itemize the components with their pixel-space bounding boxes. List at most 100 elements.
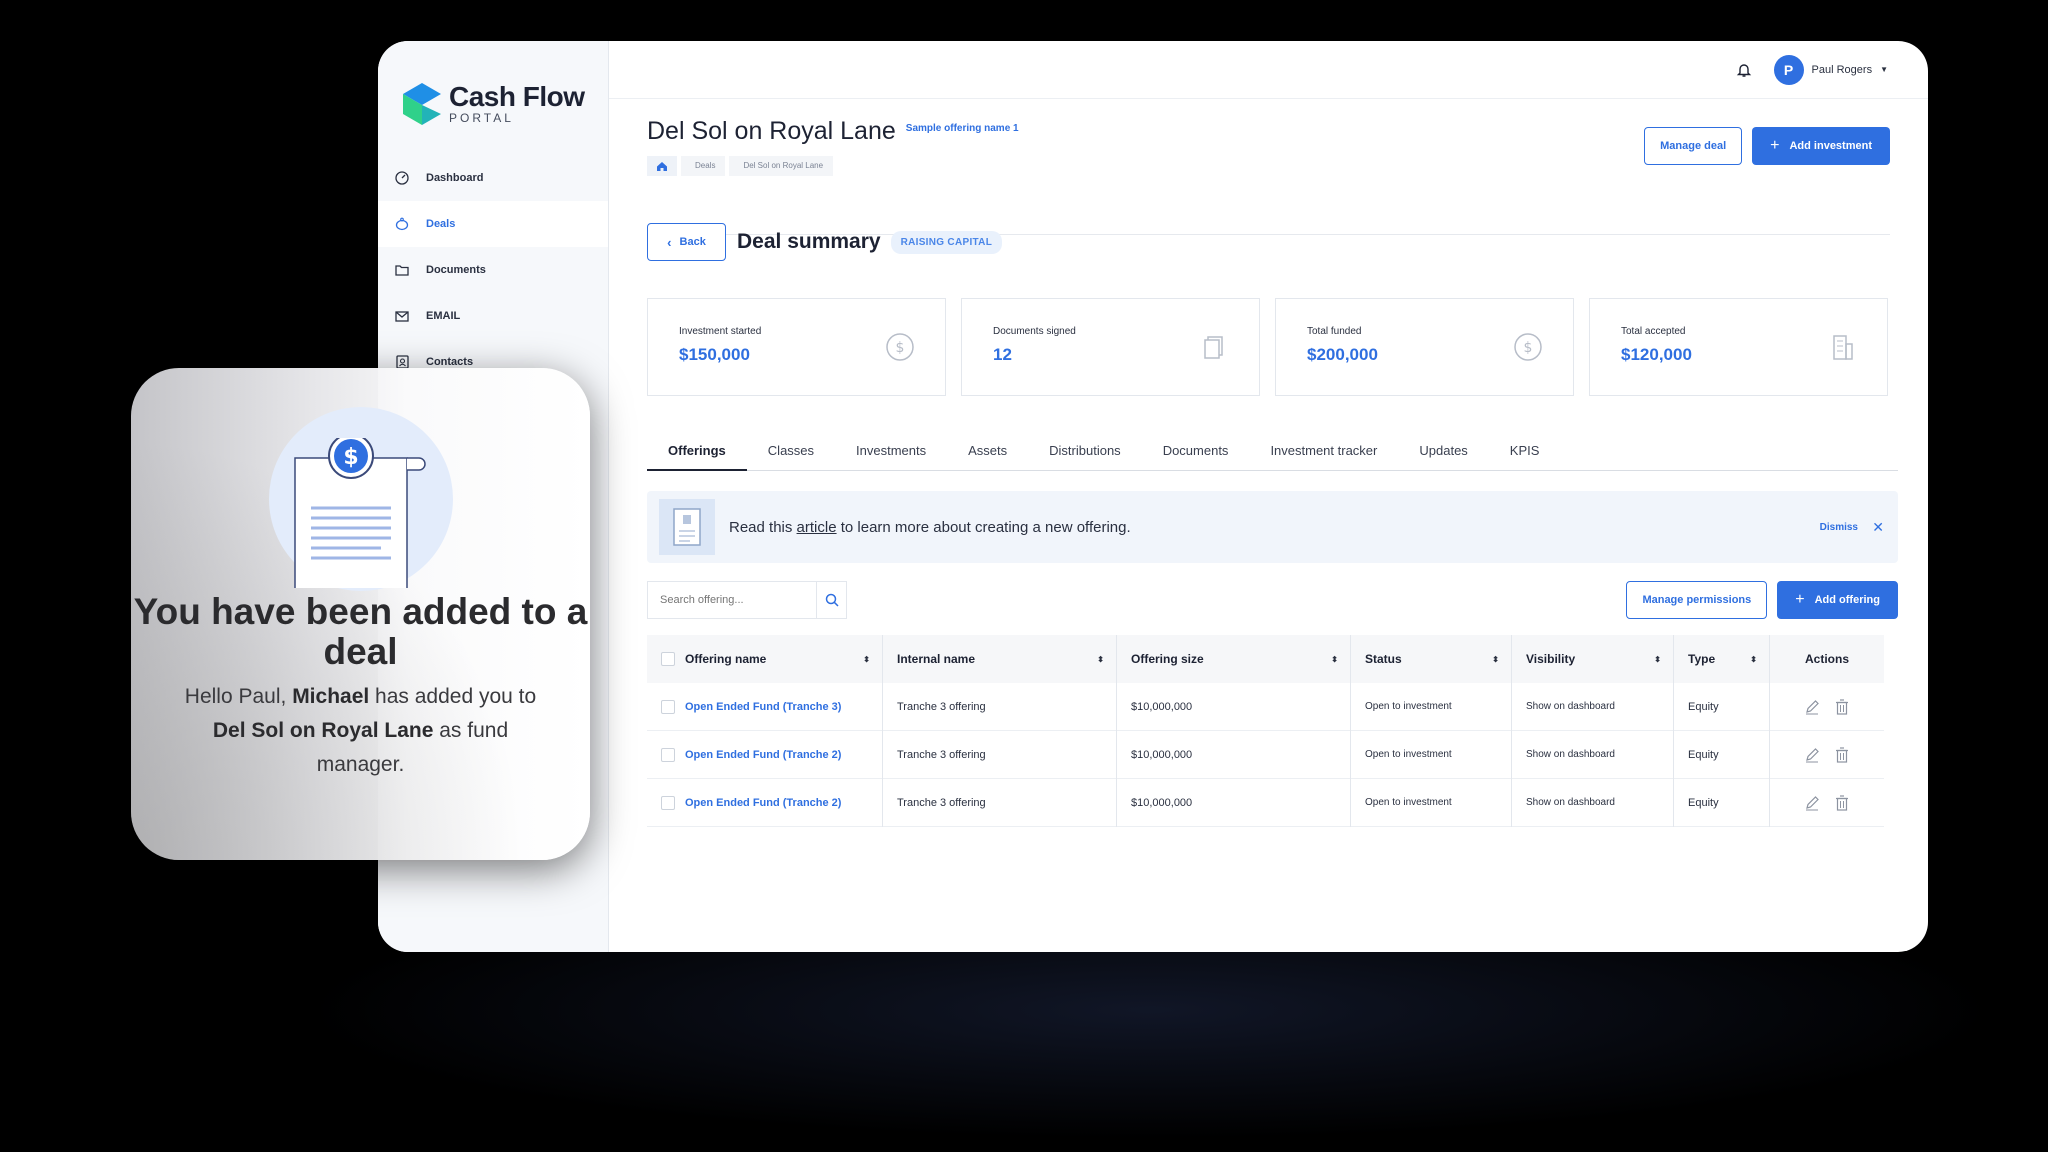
offering-size-cell: $10,000,000 [1117, 778, 1351, 827]
tab-kpis[interactable]: KPIS [1489, 439, 1561, 471]
tab-offerings[interactable]: Offerings [647, 439, 747, 471]
search-row: Manage permissions + Add offering [647, 581, 1898, 619]
header-label: Internal name [897, 652, 976, 666]
plus-icon: + [1770, 137, 1780, 154]
notification-body: Hello Paul, Michael has added you to Del… [171, 680, 550, 782]
header-label: Visibility [1526, 652, 1576, 666]
header-offering-size[interactable]: Offering size ⬍ [1117, 635, 1351, 683]
tab-investment-tracker[interactable]: Investment tracker [1249, 439, 1398, 471]
header-internal-name[interactable]: Internal name ⬍ [883, 635, 1117, 683]
row-checkbox[interactable] [661, 747, 675, 762]
notice-actor: Michael [292, 685, 370, 708]
manage-deal-button[interactable]: Manage deal [1644, 127, 1743, 165]
trash-icon[interactable] [1835, 746, 1849, 763]
back-label: Back [679, 236, 706, 248]
sidebar-item-email[interactable]: EMAIL [378, 293, 608, 339]
back-button[interactable]: ‹ Back [647, 223, 726, 261]
edit-icon[interactable] [1805, 795, 1819, 811]
tab-classes[interactable]: Classes [747, 439, 835, 471]
manage-permissions-button[interactable]: Manage permissions [1626, 581, 1768, 619]
header-status[interactable]: Status ⬍ [1351, 635, 1512, 683]
header-offering-name[interactable]: Offering name ⬍ [647, 635, 883, 683]
edit-icon[interactable] [1805, 699, 1819, 715]
summary-row: ‹ Back Deal summary RAISING CAPITAL [647, 223, 1003, 261]
add-investment-button[interactable]: + Add investment [1752, 127, 1890, 165]
type-cell: Equity [1674, 778, 1770, 827]
tab-distributions[interactable]: Distributions [1028, 439, 1142, 471]
sort-icon[interactable]: ⬍ [1750, 655, 1757, 664]
breadcrumb-current: Del Sol on Royal Lane [729, 156, 834, 176]
trash-icon[interactable] [1835, 698, 1849, 715]
tab-assets[interactable]: Assets [947, 439, 1028, 471]
offering-name-link[interactable]: Open Ended Fund (Tranche 3) [685, 701, 841, 713]
logo[interactable]: Cash Flow PORTAL [378, 41, 608, 127]
tab-updates[interactable]: Updates [1398, 439, 1488, 471]
close-icon[interactable]: ✕ [1872, 519, 1884, 536]
home-icon[interactable] [647, 156, 677, 176]
header-visibility[interactable]: Visibility ⬍ [1512, 635, 1674, 683]
stat-card-total-accepted: Total accepted $120,000 [1589, 298, 1888, 396]
sidebar-nav: Dashboard Deals Documents EMAIL Contacts [378, 155, 608, 385]
table-row[interactable]: Open Ended Fund (Tranche 2) Tranche 3 of… [647, 730, 1884, 779]
select-all-checkbox[interactable] [661, 652, 675, 666]
bell-icon[interactable] [1736, 62, 1752, 78]
building-icon [1833, 335, 1853, 360]
document-copy-icon [1204, 336, 1223, 359]
status-badge: RAISING CAPITAL [890, 230, 1003, 254]
article-link[interactable]: article [797, 519, 837, 536]
edit-icon[interactable] [1805, 747, 1819, 763]
sidebar-item-dashboard[interactable]: Dashboard [378, 155, 608, 201]
sort-icon[interactable]: ⬍ [1331, 655, 1338, 664]
table-row[interactable]: Open Ended Fund (Tranche 2) Tranche 3 of… [647, 778, 1884, 827]
dismiss-button[interactable]: Dismiss [1820, 522, 1858, 533]
visibility-cell: Show on dashboard [1512, 730, 1674, 779]
sort-icon[interactable]: ⬍ [863, 655, 870, 664]
tab-documents[interactable]: Documents [1142, 439, 1250, 471]
sort-icon[interactable]: ⬍ [1654, 655, 1661, 664]
stat-card-documents-signed: Documents signed 12 [961, 298, 1260, 396]
table-row[interactable]: Open Ended Fund (Tranche 3) Tranche 3 of… [647, 682, 1884, 731]
stat-card-investment-started: Investment started $150,000 $ [647, 298, 946, 396]
plus-icon: + [1795, 591, 1805, 608]
cash-flow-logo-icon [403, 83, 441, 125]
stats-row: Investment started $150,000 $ Documents … [647, 298, 1903, 396]
main-content: P Paul Rogers ▼ Del Sol on Royal Lane Sa… [609, 41, 1928, 952]
sidebar-item-deals[interactable]: Deals [378, 201, 608, 247]
status-cell: Open to investment [1351, 682, 1512, 731]
breadcrumb-deals[interactable]: Deals [681, 156, 726, 176]
tab-bar: Offerings Classes Investments Assets Dis… [647, 439, 1898, 471]
offering-name-link[interactable]: Open Ended Fund (Tranche 2) [685, 797, 841, 809]
summary-title: Deal summary [737, 230, 881, 253]
chevron-down-icon[interactable]: ▼ [1880, 65, 1888, 74]
page-header: Del Sol on Royal Lane Sample offering na… [647, 117, 1890, 235]
row-checkbox[interactable] [661, 699, 675, 714]
topbar: P Paul Rogers ▼ [609, 41, 1928, 99]
document-icon [659, 499, 715, 555]
sort-icon[interactable]: ⬍ [1097, 655, 1104, 664]
header-label: Status [1365, 652, 1402, 666]
row-checkbox[interactable] [661, 795, 675, 810]
sort-icon[interactable]: ⬍ [1492, 655, 1499, 664]
tab-investments[interactable]: Investments [835, 439, 947, 471]
add-offering-button[interactable]: + Add offering [1777, 581, 1898, 619]
svg-text:$: $ [343, 445, 358, 470]
notice-greeting: Hello Paul, [184, 685, 293, 708]
status-cell: Open to investment [1351, 778, 1512, 827]
search-icon[interactable] [816, 582, 846, 618]
stat-value: $150,000 [679, 345, 750, 364]
stat-label: Documents signed [993, 326, 1076, 337]
sidebar-item-documents[interactable]: Documents [378, 247, 608, 293]
dollar-circle-icon: $ [886, 333, 914, 361]
avatar[interactable]: P [1773, 54, 1804, 85]
banner-text-after: to learn more about creating a new offer… [836, 518, 1131, 536]
piggy-bank-icon [394, 216, 410, 232]
header-type[interactable]: Type ⬍ [1674, 635, 1770, 683]
search-input[interactable] [648, 582, 816, 618]
offering-tag[interactable]: Sample offering name 1 [906, 123, 1019, 134]
stat-value: 12 [993, 345, 1012, 364]
stage: Cash Flow PORTAL Dashboard Deals Documen… [0, 0, 2048, 1152]
user-name[interactable]: Paul Rogers [1812, 64, 1873, 76]
deal-notification-card[interactable]: $ You have been added to a deal Hello Pa… [131, 368, 590, 860]
offering-name-link[interactable]: Open Ended Fund (Tranche 2) [685, 749, 841, 761]
trash-icon[interactable] [1835, 794, 1849, 811]
